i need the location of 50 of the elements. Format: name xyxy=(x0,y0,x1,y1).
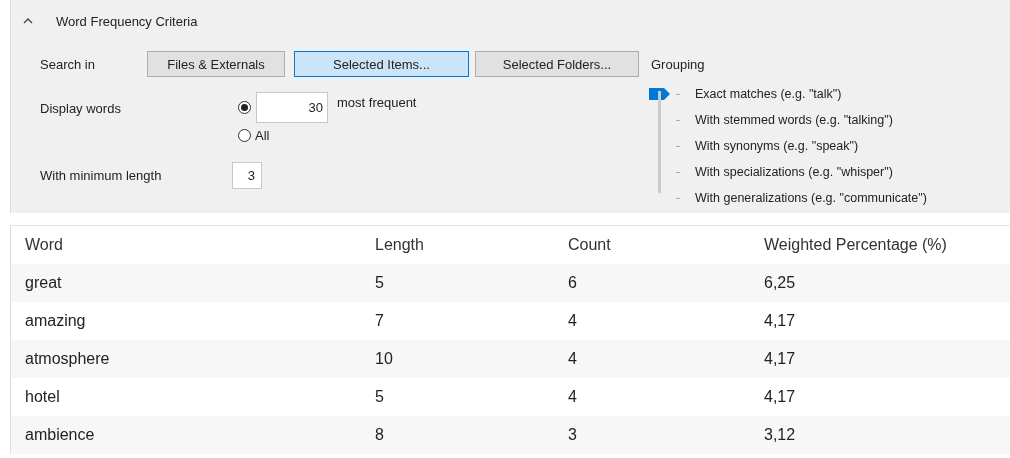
tick-mark xyxy=(676,171,680,173)
slider-thumb[interactable] xyxy=(649,88,671,100)
grouping-option[interactable]: Exact matches (e.g. "talk") xyxy=(695,87,842,101)
tick-mark xyxy=(676,197,680,199)
search-scope-button[interactable]: Files & Externals xyxy=(147,51,285,77)
table-cell-text: 6,25 xyxy=(764,274,797,292)
table-cell-text: 10 xyxy=(375,350,394,368)
table-cell-text: 7 xyxy=(375,312,385,330)
table-cell-text: 6 xyxy=(568,274,578,292)
tick-mark xyxy=(676,93,680,95)
table-cell-text: 5 xyxy=(375,388,385,406)
grouping-label: Grouping xyxy=(651,57,706,72)
table-cell-text: atmosphere xyxy=(24,350,111,368)
table-cell-text: 3,12 xyxy=(764,426,797,444)
search-scope-button[interactable]: Selected Items... xyxy=(294,51,469,77)
table-cell-text: 5 xyxy=(375,274,385,292)
radio-button[interactable] xyxy=(238,128,251,142)
minimum-length-field[interactable]: 3 xyxy=(232,162,262,189)
table-cell-text: 8 xyxy=(375,426,385,444)
table-cell-text: hotel xyxy=(24,388,61,406)
chevron-icon[interactable] xyxy=(23,18,33,24)
search-in-label: Search in xyxy=(40,56,96,72)
table-cell-text: amazing xyxy=(24,312,87,330)
column-header[interactable]: Count xyxy=(568,236,764,254)
grouping-option[interactable]: With stemmed words (e.g. "talking") xyxy=(695,113,893,127)
table-cell-text: 3 xyxy=(568,426,578,444)
section-title: Word Frequency Criteria xyxy=(56,13,198,29)
table-cell-text: great xyxy=(24,274,63,292)
column-header[interactable]: Length xyxy=(375,236,568,254)
grouping-option[interactable]: With synonyms (e.g. "speak") xyxy=(695,139,859,153)
table-cell-text: 4,17 xyxy=(764,312,797,330)
all-label: All xyxy=(255,127,270,143)
display-words-label: Display words xyxy=(40,101,122,116)
table-cell-text: 4,17 xyxy=(764,388,797,406)
search-scope-button[interactable]: Selected Folders... xyxy=(475,51,639,77)
tick-mark xyxy=(676,119,680,121)
column-header[interactable]: Weighted Percentage (%) xyxy=(764,236,1004,254)
table-cell-text: 4 xyxy=(568,388,578,406)
tick-mark xyxy=(676,145,680,147)
table-cell-text: ambience xyxy=(24,426,96,444)
radio-button[interactable] xyxy=(238,101,251,114)
grouping-option[interactable]: With generalizations (e.g. "communicate") xyxy=(695,191,927,205)
table-cell-text: 4 xyxy=(568,350,578,368)
most-frequent-label: most frequent xyxy=(337,95,417,110)
minimum-length-label: With minimum length xyxy=(40,168,163,183)
table-cell-text: 4 xyxy=(568,312,578,330)
column-header[interactable]: Word xyxy=(11,236,375,254)
table-cell-text: 4,17 xyxy=(764,350,797,368)
grouping-option[interactable]: With specializations (e.g. "whisper") xyxy=(695,165,893,179)
word-count-field[interactable]: 30 xyxy=(256,92,328,123)
